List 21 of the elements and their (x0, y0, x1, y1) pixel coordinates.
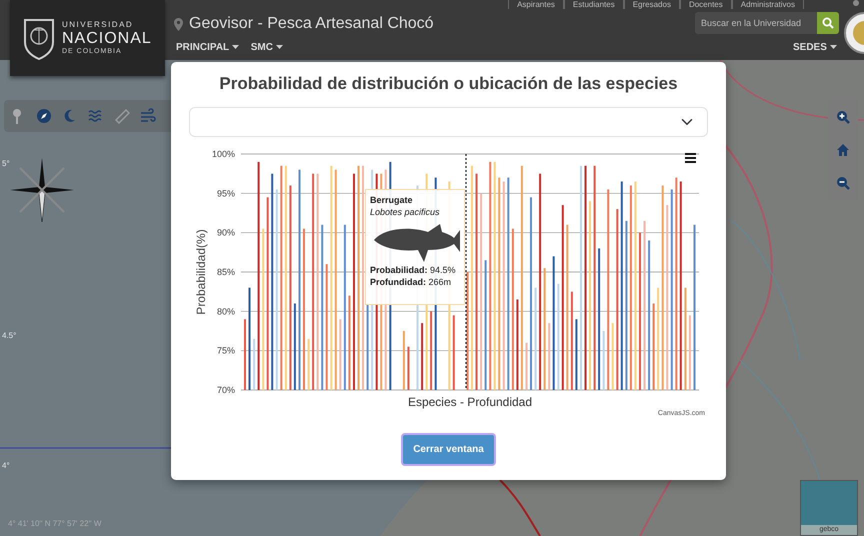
y-tick-label: 100% (212, 149, 235, 160)
species-common-name: Berrugate (370, 194, 414, 206)
latitude-label: 5° (2, 158, 10, 170)
y-tick-label: 70% (216, 385, 235, 396)
species-scientific-name: Lobotes pacificus (370, 206, 441, 218)
logo-text: NACIONAL (62, 30, 152, 47)
y-axis-title: Probabilidad(%) (194, 230, 208, 316)
latitude-label: 4° (2, 460, 10, 472)
tooltip-line: Profundidad: 266m (370, 276, 452, 288)
y-tick-label: 75% (216, 346, 235, 356)
y-tick-label: 90% (216, 228, 235, 238)
latitude-label: 4.5° (2, 330, 16, 342)
logo-text: UNIVERSIDAD (62, 20, 134, 30)
x-axis-title: Especies - Profundidad (408, 395, 532, 410)
page-title: Geovisor - Pesca Artesanal Chocó (189, 14, 434, 34)
tooltip-line: Probabilidad: 94.5% (370, 264, 457, 276)
y-tick-label: 80% (216, 306, 235, 317)
modal-title: Probabilidad de distribución o ubicación de las especies (218, 74, 679, 94)
y-tick-label: 95% (216, 188, 235, 199)
coordinates-readout: 4° 41' 10'' N 77° 57' 22'' W (8, 518, 102, 530)
y-tick-label: 85% (216, 267, 235, 278)
